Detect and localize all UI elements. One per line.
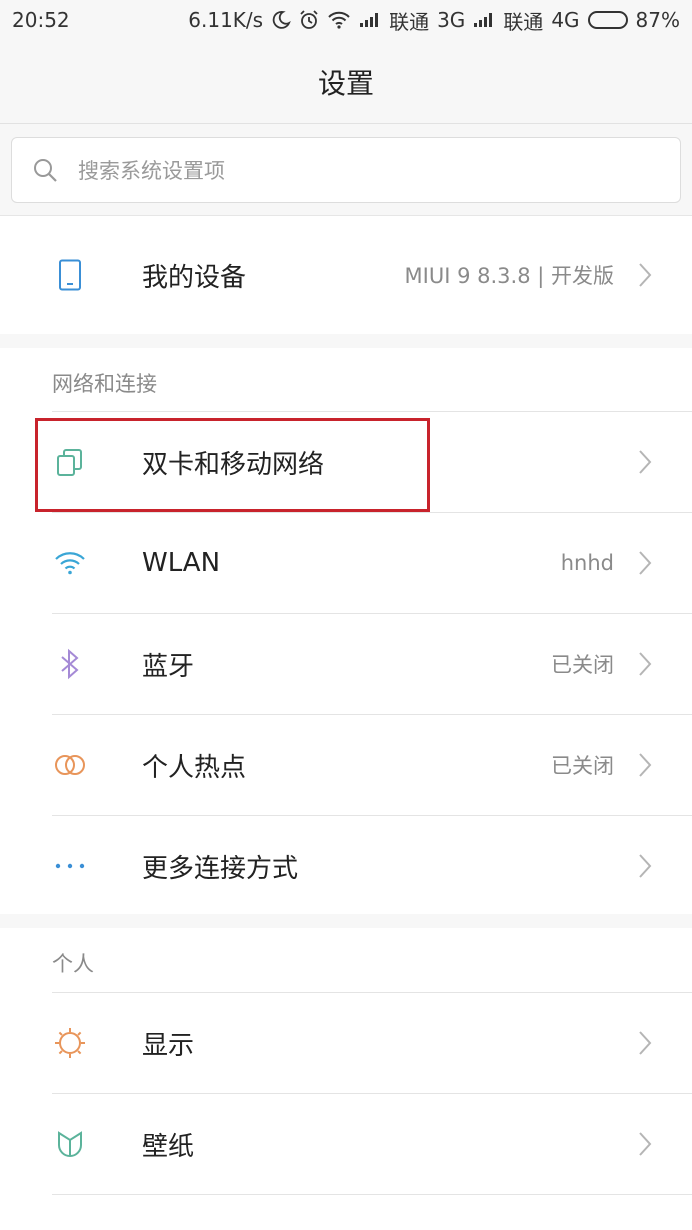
sim-network-label: 双卡和移动网络 [142,449,325,480]
phone-icon [50,255,90,295]
app-bar: 设置 [0,40,692,124]
status-network-1: 3G [437,8,466,32]
hotspot-label: 个人热点 [142,752,247,783]
battery-icon [587,11,628,29]
moon-icon [271,10,291,30]
status-speed: 6.11K/s [188,8,264,32]
chevron-right-icon [638,852,654,880]
signal-icon [359,12,381,28]
chevron-right-icon [638,1029,654,1057]
chevron-right-icon [638,751,654,779]
my-device-row[interactable]: 我的设备 MIUI 9 8.3.8 | 开发版 [0,225,692,325]
search-area: 搜索系统设置项 [0,124,692,216]
wlan-row[interactable]: WLAN hnhd [0,513,692,613]
sim-network-row[interactable]: 双卡和移动网络 [0,412,692,512]
chevron-right-icon [638,448,654,476]
search-icon [32,156,60,184]
search-input[interactable]: 搜索系统设置项 [11,137,681,203]
personal-section: 个人 显示 壁纸 [0,928,692,1230]
status-network-2: 4G [551,8,580,32]
status-carrier-2: 联通 [503,9,544,34]
hotspot-value: 已关闭 [551,754,614,778]
network-section: 网络和连接 双卡和移动网络 WLAN hnhd 蓝牙 已关闭 个人热点 已关闭 … [0,348,692,914]
wallpaper-label: 壁纸 [142,1131,195,1162]
alarm-icon [299,10,319,30]
signal-icon [473,12,495,28]
chevron-right-icon [638,650,654,678]
section-heading-network: 网络和连接 [52,372,157,396]
wallpaper-row[interactable]: 壁纸 [0,1094,692,1194]
hotspot-icon [50,745,90,785]
wlan-value: hnhd [560,551,614,575]
hotspot-row[interactable]: 个人热点 已关闭 [0,715,692,815]
chevron-right-icon [638,549,654,577]
section-heading-personal: 个人 [52,952,94,976]
more-dots-icon [50,846,90,886]
status-right: 6.11K/s 联通 3G 联通 4G 87% [188,6,680,35]
more-connections-row[interactable]: 更多连接方式 [0,816,692,916]
wlan-label: WLAN [142,548,221,578]
chevron-right-icon [638,261,654,289]
display-label: 显示 [142,1030,195,1061]
display-row[interactable]: 显示 [0,993,692,1093]
sim-cards-icon [50,442,90,482]
status-battery: 87% [635,8,680,32]
device-card: 我的设备 MIUI 9 8.3.8 | 开发版 [0,216,692,334]
page-title: 设置 [317,66,374,100]
bluetooth-row[interactable]: 蓝牙 已关闭 [0,614,692,714]
chevron-right-icon [638,1130,654,1158]
wifi-icon [50,543,90,583]
brightness-icon [50,1023,90,1063]
my-device-value: MIUI 9 8.3.8 | 开发版 [404,264,614,288]
wifi-icon [327,11,351,29]
status-bar: 20:52 6.11K/s 联通 3G 联通 4G 87% [0,0,692,40]
more-connections-label: 更多连接方式 [142,853,299,884]
my-device-label: 我的设备 [142,262,247,293]
wallpaper-icon [50,1124,90,1164]
bluetooth-label: 蓝牙 [142,651,195,682]
bluetooth-value: 已关闭 [551,653,614,677]
status-carrier-1: 联通 [389,9,430,34]
status-time: 20:52 [12,8,70,32]
divider [52,1194,692,1195]
bluetooth-icon [50,644,90,684]
search-placeholder: 搜索系统设置项 [78,159,225,183]
